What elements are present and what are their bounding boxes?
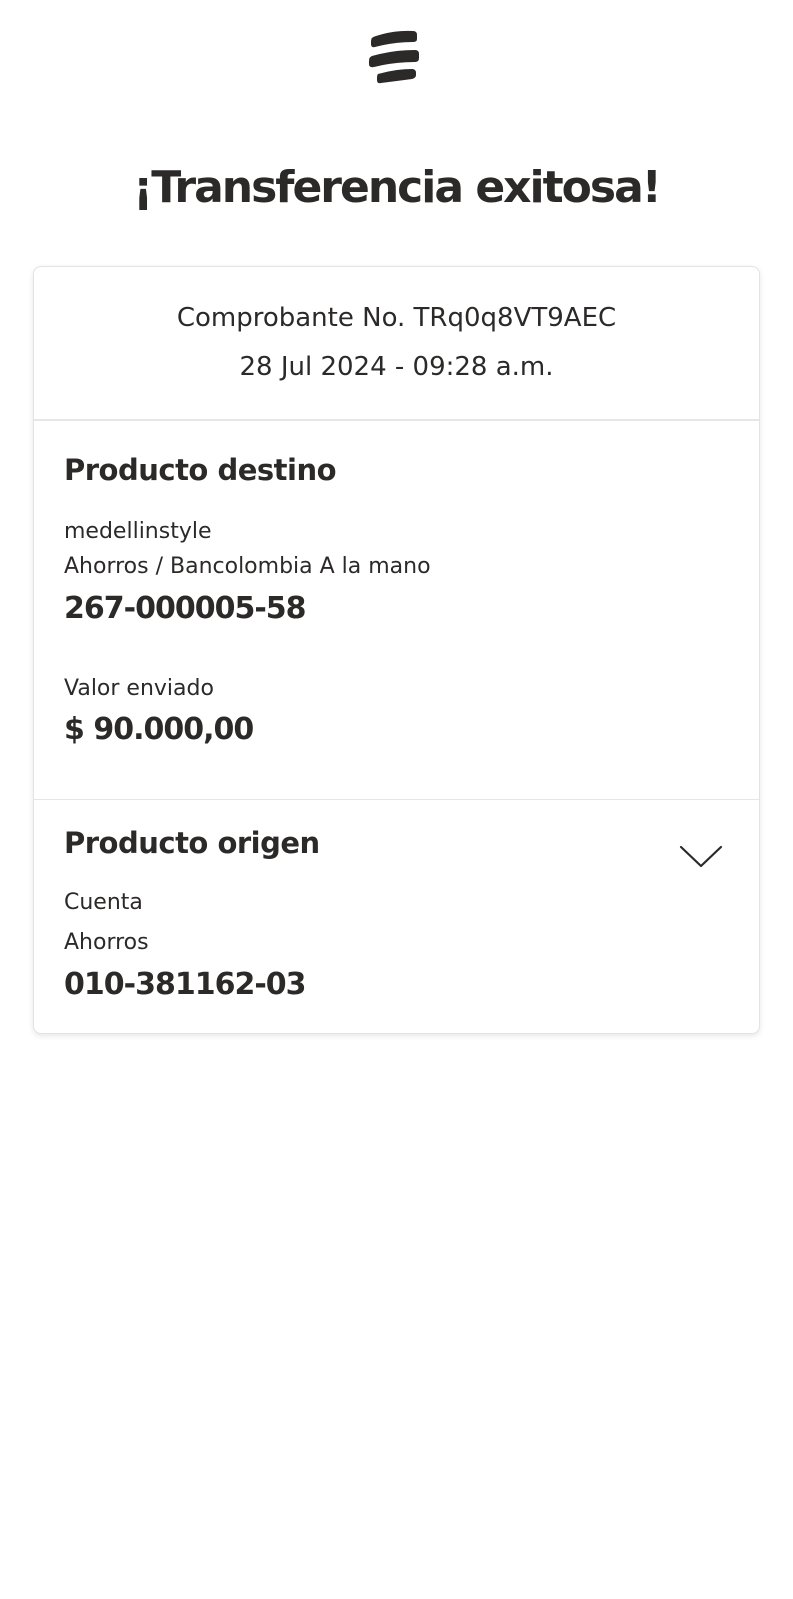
origin-label: Cuenta: [64, 890, 143, 915]
receipt-header: Comprobante No. TRq0q8VT9AEC 28 Jul 2024…: [34, 267, 759, 421]
origin-account-type: Ahorros: [64, 930, 149, 955]
destination-account-type: Ahorros / Bancolombia A la mano: [64, 554, 431, 579]
receipt-datetime: 28 Jul 2024 - 09:28 a.m.: [239, 352, 554, 382]
destination-name: medellinstyle: [64, 519, 212, 544]
destination-account-number: 267-000005-58: [64, 591, 307, 626]
bancolombia-logo-icon: [369, 30, 419, 84]
receipt-number: Comprobante No. TRq0q8VT9AEC: [176, 303, 617, 333]
chevron-down-icon[interactable]: [679, 844, 723, 870]
origin-section[interactable]: Producto origen Cuenta Ahorros 010-38116…: [34, 800, 759, 1033]
destination-title: Producto destino: [64, 453, 337, 487]
receipt-card: Comprobante No. TRq0q8VT9AEC 28 Jul 2024…: [33, 266, 760, 1034]
amount-value: $ 90.000,00: [64, 712, 254, 747]
page-title: ¡Transferencia exitosa!: [133, 162, 662, 213]
destination-section: Producto destino medellinstyle Ahorros /…: [34, 421, 759, 800]
origin-account-number: 010-381162-03: [64, 967, 307, 1002]
amount-label: Valor enviado: [64, 676, 214, 701]
origin-title: Producto origen: [64, 826, 320, 860]
